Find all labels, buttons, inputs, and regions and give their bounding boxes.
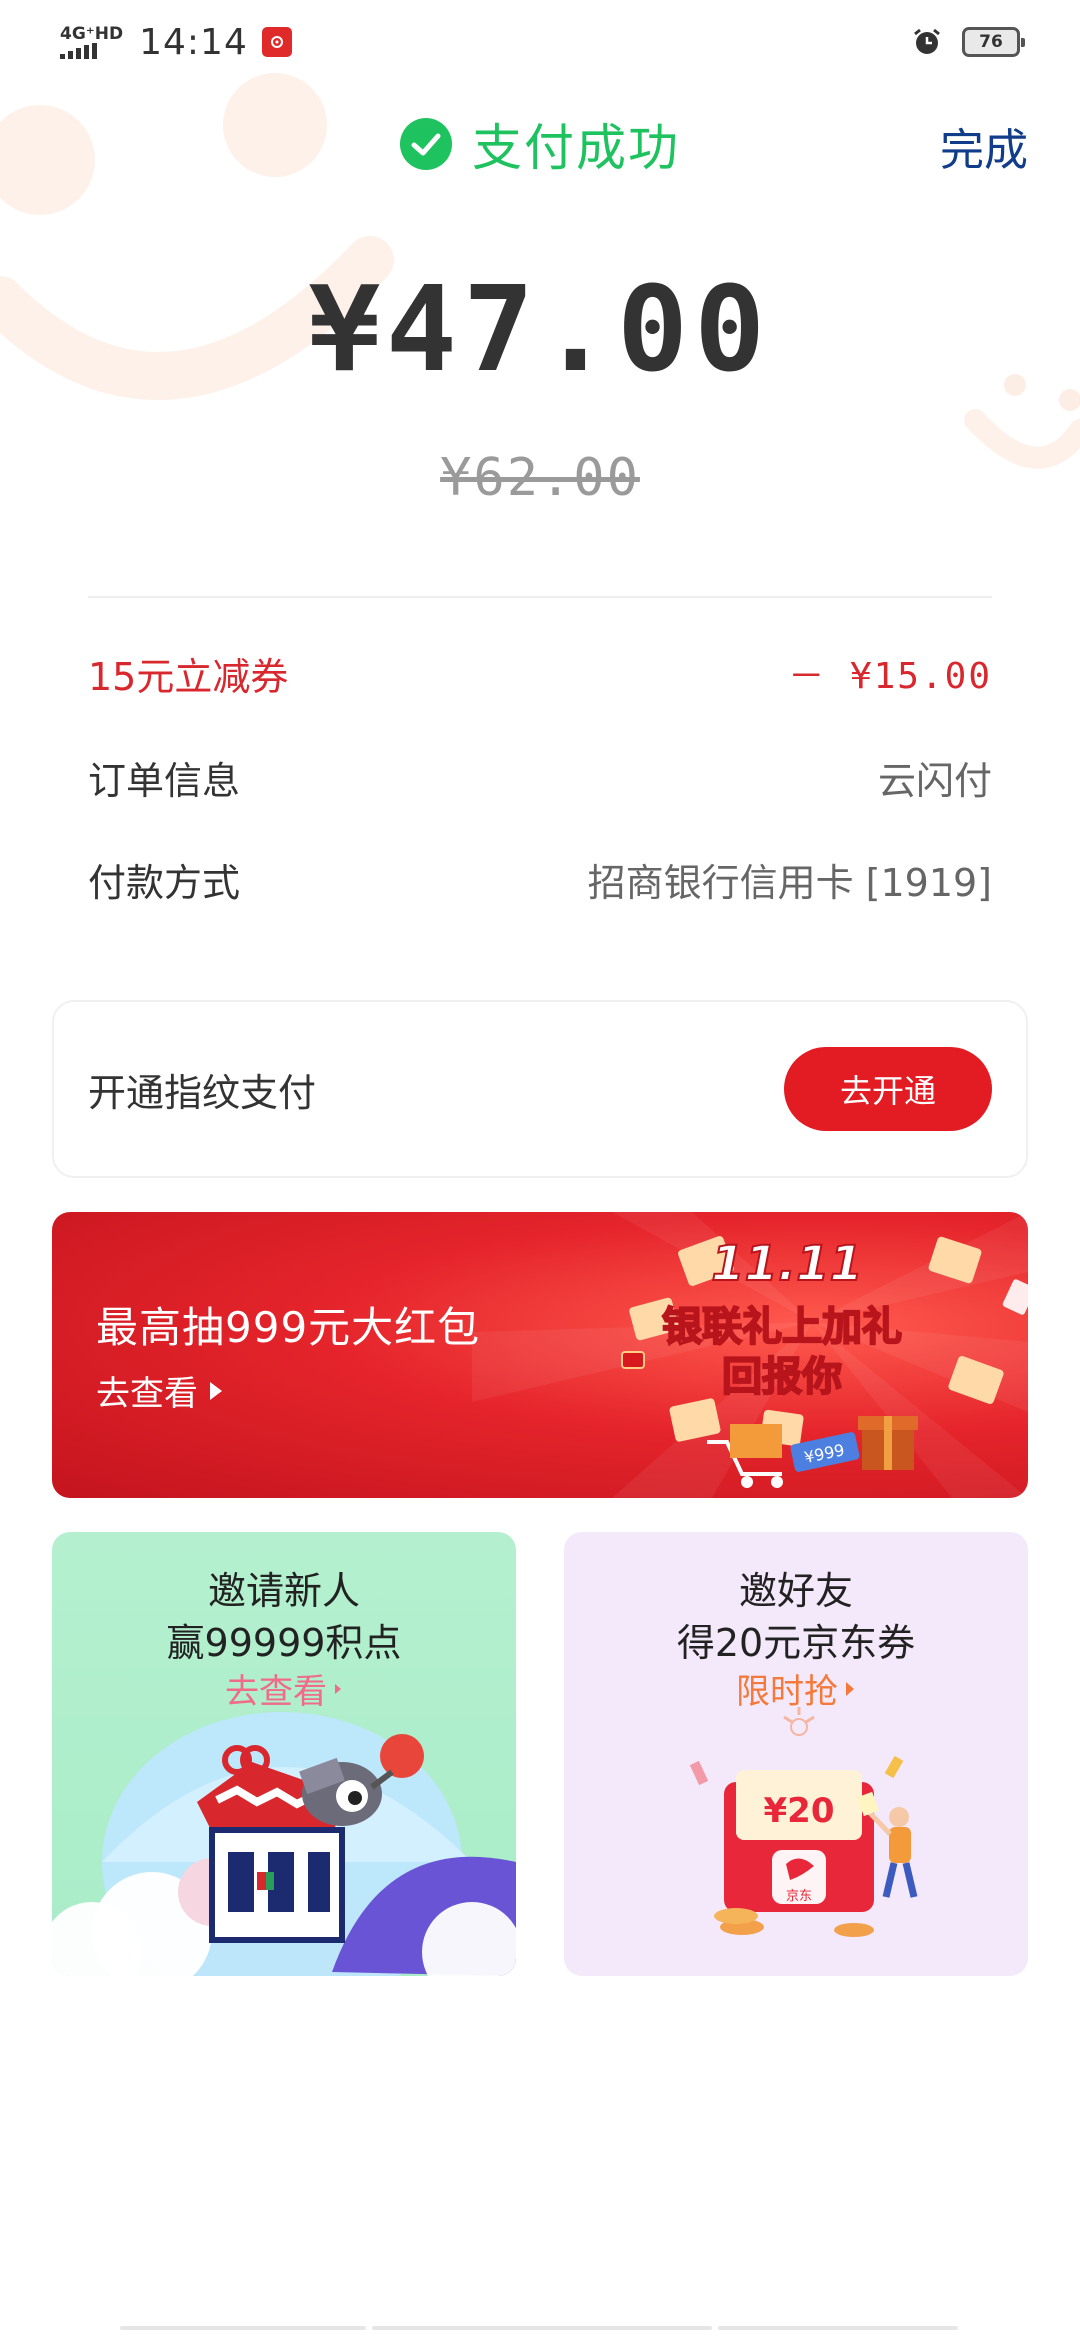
enable-fingerprint-button[interactable]: 去开通 <box>784 1047 992 1131</box>
caret-right-icon <box>335 1683 341 1694</box>
invite-friend-jd-card[interactable]: ¥20 京东 邀好友 得20元京东券 限时抢 <box>564 1532 1028 1976</box>
original-amount: ¥62.00 <box>440 448 640 508</box>
invite-link-label: 去查看 <box>225 1672 327 1712</box>
status-bar: 4G⁺HD 14:14 76 <box>0 0 1080 84</box>
payment-success-page: 4G⁺HD 14:14 76 支付成功 完成 ¥47.00 ¥62.00 15元… <box>0 0 1080 2340</box>
banner-title: 最高抽999元大红包 <box>96 1303 481 1352</box>
invite-line1: 邀请新人 <box>207 1569 360 1613</box>
status-right: 76 <box>912 27 1025 57</box>
friend-link-label: 限时抢 <box>736 1672 838 1712</box>
promo-banner-1111[interactable]: 最高抽999元大红包 去查看 11.11 银联礼上加礼 回报你 ¥999 <box>52 1212 1028 1498</box>
jd-brand-text: 京东 <box>786 1889 812 1904</box>
payment-method-row: 付款方式 招商银行信用卡 [1919] <box>88 844 992 914</box>
battery-icon: 76 <box>962 27 1025 57</box>
art-title-text: 银联礼上加礼 <box>662 1304 902 1350</box>
coupon-row: 15元立减券 － ¥15.00 <box>88 638 992 708</box>
art-subtitle-text: 回报你 <box>722 1354 842 1400</box>
alarm-icon <box>914 28 940 54</box>
caret-right-icon <box>210 1381 222 1400</box>
invite-link[interactable]: 去查看 <box>52 1664 516 1713</box>
coupon-value: － ¥15.00 <box>788 656 992 697</box>
done-button[interactable]: 完成 <box>940 114 1028 178</box>
check-circle-icon <box>400 118 452 170</box>
payment-method-value: 招商银行信用卡 [1919] <box>587 860 992 905</box>
divider <box>88 596 992 598</box>
payment-method-label: 付款方式 <box>88 860 241 905</box>
banner-link-label: 去查看 <box>96 1374 198 1414</box>
friend-line2: 得20元京东券 <box>676 1621 916 1665</box>
double-eleven-art: 11.11 银联礼上加礼 回报你 ¥999 <box>621 1235 1028 1488</box>
gesture-bar <box>120 2326 960 2334</box>
result-header: 支付成功 完成 <box>0 104 1080 184</box>
page-title: 支付成功 <box>472 119 680 177</box>
gift-box-icon <box>858 1416 918 1470</box>
fingerprint-pay-label: 开通指纹支付 <box>88 1070 317 1115</box>
battery-level: 76 <box>979 32 1003 52</box>
signal-indicator: 4G⁺HD <box>60 25 123 59</box>
shopping-cart-icon <box>707 1424 783 1488</box>
order-info-value: 云闪付 <box>877 758 992 803</box>
status-time: 14:14 <box>139 21 248 63</box>
coupon-label: 15元立减券 <box>88 654 289 699</box>
friend-line1: 邀好友 <box>738 1569 853 1613</box>
order-info-label: 订单信息 <box>88 758 241 803</box>
caret-right-icon <box>846 1681 854 1696</box>
invite-new-user-card[interactable]: 邀请新人 赢99999积点 去查看 <box>52 1532 516 1976</box>
art-1111-text: 11.11 <box>711 1236 863 1292</box>
paid-amount: ¥47.00 <box>308 260 772 398</box>
app-notification-icon <box>261 27 292 57</box>
coupon-value-text: ¥20 <box>764 1791 835 1831</box>
invite-line2: 赢99999积点 <box>166 1621 402 1665</box>
friend-link[interactable]: 限时抢 <box>564 1664 1028 1713</box>
signal-bars-icon <box>60 43 123 59</box>
order-info-row: 订单信息 云闪付 <box>88 742 992 812</box>
fingerprint-pay-card: 开通指纹支付 去开通 <box>52 1000 1028 1178</box>
banner-link[interactable]: 去查看 <box>96 1366 224 1415</box>
network-type: 4G⁺HD <box>60 24 124 44</box>
